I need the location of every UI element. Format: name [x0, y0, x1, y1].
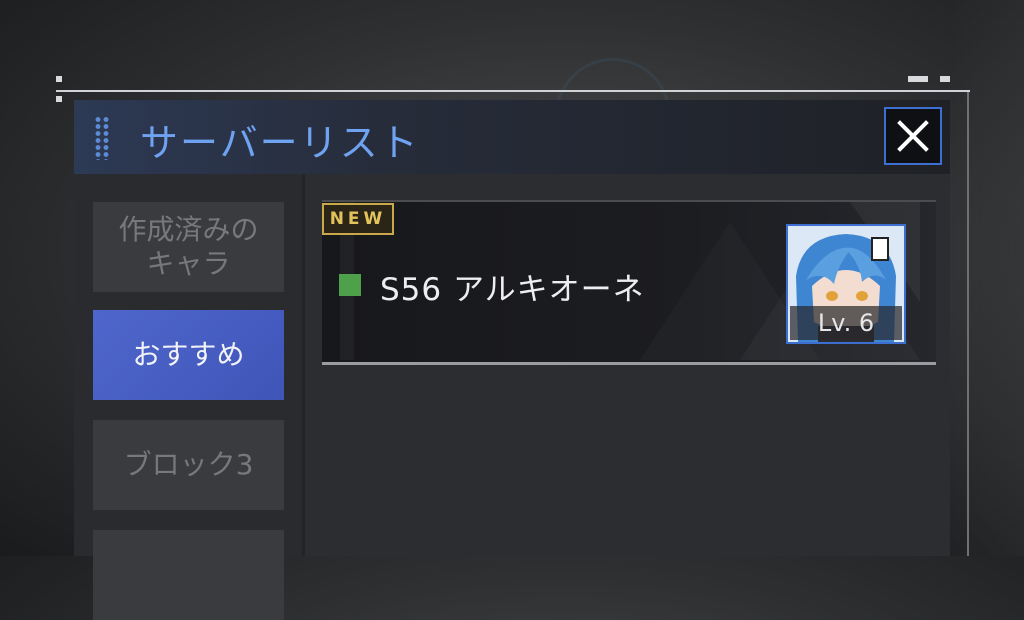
- frame-tick-marker: [908, 76, 928, 82]
- frame-tick-marker: [940, 76, 950, 82]
- new-badge: NEW: [322, 203, 394, 235]
- frame-tick-marker: [56, 96, 62, 102]
- frame-tick-marker: [56, 76, 62, 82]
- tab-block-3[interactable]: ブロック3: [93, 420, 284, 510]
- frame-right-line: [967, 92, 969, 556]
- tab-next[interactable]: [93, 530, 284, 620]
- tab-recommended[interactable]: おすすめ: [93, 310, 284, 400]
- tab-created-characters[interactable]: 作成済みの キャラ: [93, 202, 284, 292]
- grip-dots-icon: [94, 116, 110, 160]
- card-bottom-line: [322, 362, 936, 365]
- close-button[interactable]: [884, 107, 942, 165]
- frame-top-line: [56, 90, 970, 92]
- character-level: Lv. 6: [790, 306, 902, 340]
- close-icon: [897, 120, 929, 152]
- server-status-indicator: [339, 274, 361, 296]
- background-side-panel: [950, 0, 1024, 556]
- server-name: S56 アルキオーネ: [380, 272, 645, 308]
- dialog-title: サーバーリスト: [140, 121, 420, 165]
